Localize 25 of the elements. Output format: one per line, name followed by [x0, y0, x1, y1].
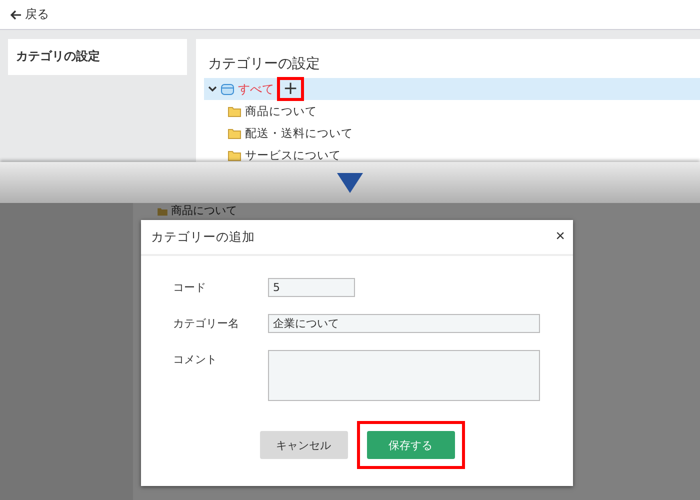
back-link[interactable]: 戻る — [10, 6, 49, 23]
close-button[interactable]: × — [556, 228, 565, 246]
tree-item[interactable]: サービスについて — [208, 144, 700, 162]
folder-icon — [228, 106, 241, 116]
folder-icon — [228, 128, 241, 138]
tree-row[interactable]: すべて + — [204, 78, 700, 100]
down-arrow-icon — [337, 172, 363, 192]
database-icon — [221, 84, 234, 94]
comment-field[interactable] — [268, 350, 540, 401]
chevron-icon[interactable] — [208, 86, 217, 92]
tree-item[interactable]: 配送・送料について — [208, 122, 700, 144]
code-field[interactable]: 5 — [268, 278, 355, 297]
tree-item: 商品について — [133, 203, 700, 217]
sidebar-title: カテゴリの設定 — [8, 39, 187, 75]
cancel-button[interactable]: キャンセル — [260, 431, 348, 459]
field-label: コメント — [173, 352, 218, 367]
folder-icon — [157, 206, 168, 216]
add-button[interactable]: + — [280, 80, 302, 98]
field-label: コード — [173, 280, 207, 295]
dialog-title: カテゴリーの追加 — [151, 228, 255, 246]
field-label: カテゴリー名 — [173, 316, 240, 331]
tree-item[interactable]: 商品について — [208, 100, 700, 122]
name-field[interactable]: 企業について — [268, 314, 540, 333]
back-arrow-icon — [10, 10, 22, 20]
panel-title: カテゴリーの設定 — [208, 55, 320, 73]
